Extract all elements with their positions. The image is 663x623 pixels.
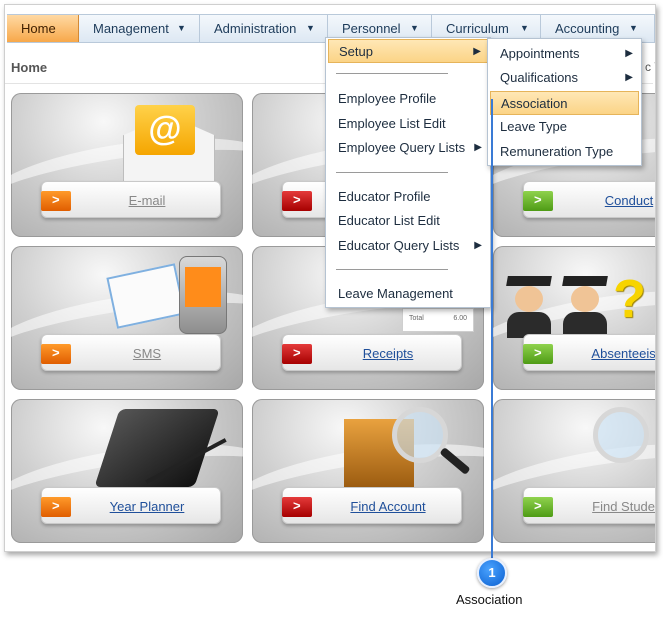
menu-item-educator-query-lists[interactable]: Educator Query Lists ▶ <box>328 234 488 258</box>
chevron-right-icon: ▶ <box>474 142 482 153</box>
graduate-icon <box>559 276 611 338</box>
arrow-right-icon <box>523 191 553 211</box>
personnel-dropdown: Setup ▶ Employee Profile Employee List Ed… <box>325 37 491 308</box>
arrow-right-icon <box>41 497 71 517</box>
magnifier-icon <box>593 407 649 463</box>
tile-email[interactable]: @ E-mail <box>11 93 243 237</box>
menu-item-remuneration-type[interactable]: Remuneration Type <box>490 140 639 164</box>
tile-label[interactable]: Find Account <box>314 499 462 514</box>
chevron-right-icon: ▶ <box>474 240 482 251</box>
menu-separator <box>336 269 448 270</box>
tile-label[interactable]: Year Planner <box>73 499 221 514</box>
arrow-right-icon <box>282 191 312 211</box>
arrow-right-icon <box>523 497 553 517</box>
tile-find-student[interactable]: Find Student <box>493 399 655 543</box>
tile-label[interactable]: SMS <box>73 346 221 361</box>
chevron-right-icon: ▶ <box>473 46 481 57</box>
menu-item-association[interactable]: Association <box>490 91 639 115</box>
tile-year-planner[interactable]: Year Planner <box>11 399 243 543</box>
arrow-right-icon <box>41 191 71 211</box>
menu-item-employee-list-edit[interactable]: Employee List Edit <box>328 112 488 136</box>
tile-sms[interactable]: SMS <box>11 246 243 390</box>
tile-label[interactable]: Receipts <box>314 346 462 361</box>
graduate-icon <box>503 276 555 338</box>
menu-item-employee-query-lists[interactable]: Employee Query Lists ▶ <box>328 136 488 160</box>
tile-label[interactable]: Absenteeism <box>555 346 655 361</box>
phone-icon <box>179 256 227 334</box>
arrow-right-icon <box>41 344 71 364</box>
tile-label[interactable]: Find Student <box>555 499 655 514</box>
arrow-right-icon <box>523 344 553 364</box>
setup-submenu: Appointments ▶ Qualifications ▶ Associatio… <box>487 38 642 166</box>
at-sign-icon: @ <box>135 105 195 155</box>
chevron-right-icon: ▶ <box>625 48 633 59</box>
menu-management[interactable]: Management ▼ <box>79 15 200 42</box>
callout-number-badge: 1 <box>477 558 507 588</box>
tile-label[interactable]: E-mail <box>73 193 221 208</box>
callout-text: Association <box>456 592 523 607</box>
arrow-right-icon <box>282 497 312 517</box>
chevron-right-icon: ▶ <box>625 72 633 83</box>
page-title: Home <box>11 60 48 75</box>
page-right-text: c Y <box>645 60 655 74</box>
menu-item-educator-profile[interactable]: Educator Profile <box>328 185 488 209</box>
menu-home[interactable]: Home <box>7 15 79 42</box>
question-mark-icon: ? <box>613 269 646 329</box>
receipt-icon: Total 6.00 <box>402 308 474 332</box>
chevron-down-icon: ▼ <box>306 23 315 33</box>
menu-item-leave-type[interactable]: Leave Type <box>490 115 639 139</box>
tile-label[interactable]: Conduct <box>555 193 655 208</box>
magnifier-icon <box>392 407 448 463</box>
menu-separator <box>336 73 448 74</box>
arrow-right-icon <box>282 344 312 364</box>
menu-administration[interactable]: Administration ▼ <box>200 15 328 42</box>
menu-item-qualifications[interactable]: Qualifications ▶ <box>490 66 639 90</box>
menu-item-setup[interactable]: Setup ▶ <box>328 39 488 63</box>
menu-item-educator-list-edit[interactable]: Educator List Edit <box>328 209 488 233</box>
menu-item-leave-management[interactable]: Leave Management <box>328 282 488 306</box>
chevron-down-icon: ▼ <box>177 23 186 33</box>
callout-line <box>491 99 493 561</box>
menu-separator <box>336 172 448 173</box>
menu-item-appointments[interactable]: Appointments ▶ <box>490 42 639 66</box>
tile-absenteeism[interactable]: ? Absenteeism <box>493 246 655 390</box>
tile-find-account[interactable]: Find Account <box>252 399 484 543</box>
menu-item-employee-profile[interactable]: Employee Profile <box>328 87 488 111</box>
